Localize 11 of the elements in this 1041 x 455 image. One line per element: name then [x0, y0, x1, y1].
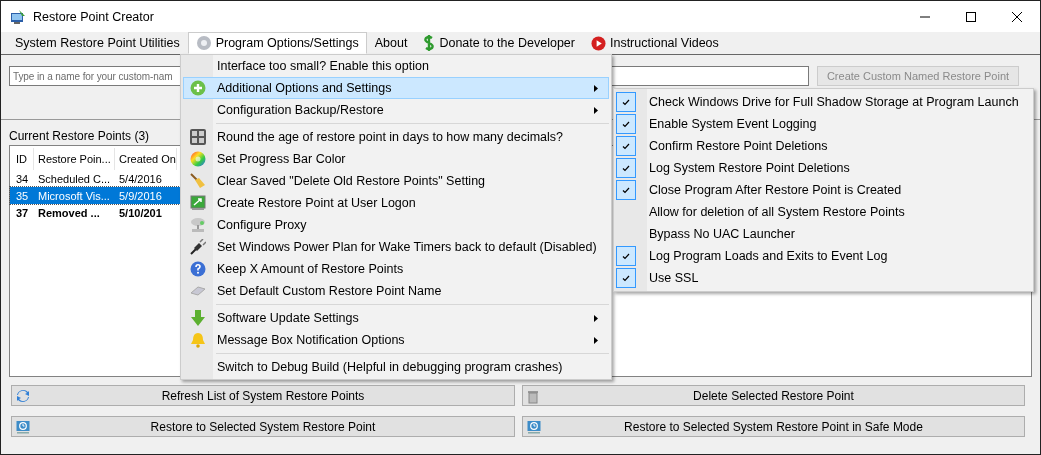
window-title: Restore Point Creator	[33, 9, 154, 24]
table-cell-text: Microsoft Vis...	[37, 189, 111, 202]
table-cell-text: 34	[15, 172, 30, 185]
table-cell-text: Removed ...	[37, 206, 101, 219]
table-cell-text: 5/10/201	[118, 206, 162, 219]
list-title: Current Restore Points (3)	[9, 129, 150, 145]
table-cell-text: 5/9/2016	[118, 189, 162, 202]
table-cell-text: 5/4/2016	[118, 172, 162, 185]
table-cell-text: Scheduled C...	[37, 172, 112, 185]
table-cell-text: 35	[15, 189, 30, 202]
table-cell-text: 37	[15, 206, 30, 219]
